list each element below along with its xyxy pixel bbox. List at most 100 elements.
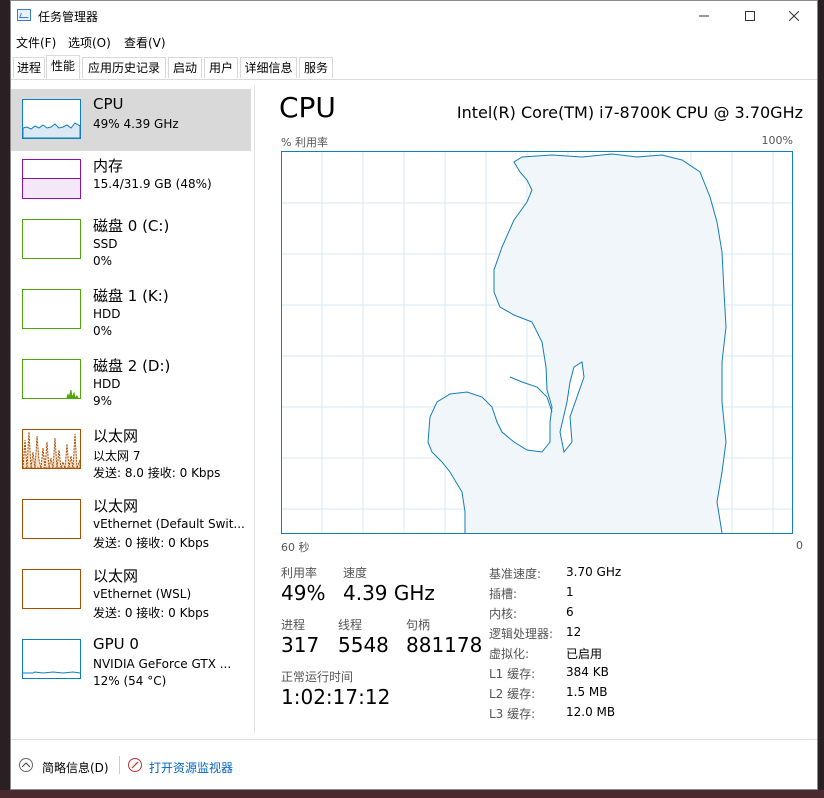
handles-value: 881178	[406, 633, 483, 657]
processes-value: 317	[281, 633, 320, 657]
task-manager-window: 任务管理器 文件(F) 选项(O) 查看(V) 进程 性能 应用历史记录 启动 …	[10, 0, 818, 790]
memory-thumbnail-graph	[22, 159, 81, 199]
open-resource-monitor-link[interactable]: 打开资源监视器	[149, 759, 233, 776]
cpu-thumbnail-graph	[22, 99, 81, 139]
vethernet-default-thumbnail-graph	[22, 499, 81, 539]
tab-processes[interactable]: 进程	[13, 57, 45, 78]
fewer-details-button[interactable]: 简略信息(D)	[42, 759, 109, 776]
tab-services[interactable]: 服务	[299, 57, 333, 78]
sidebar-item-gpu-0[interactable]: GPU 0 NVIDIA GeForce GTX ... 12% (54 °C)	[11, 629, 251, 699]
tab-startup[interactable]: 启动	[168, 57, 202, 78]
sidebar-item-memory[interactable]: 内存 15.4/31.9 GB (48%)	[11, 149, 251, 211]
spec-cores-value: 6	[566, 605, 574, 619]
chevron-up-icon[interactable]	[19, 758, 33, 772]
minimize-icon	[699, 15, 709, 17]
sidebar-item-title: 以太网	[93, 567, 139, 585]
disk-2-thumbnail-graph	[22, 359, 81, 399]
title-bar[interactable]: 任务管理器	[11, 1, 817, 31]
utilization-label: 利用率	[281, 566, 318, 580]
sidebar-item-title: 磁盘 2 (D:)	[93, 357, 171, 375]
sidebar-item-title: 内存	[93, 157, 124, 175]
footer-separator	[119, 756, 120, 774]
sidebar-item-title: 以太网	[93, 427, 139, 445]
threads-value: 5548	[338, 633, 389, 657]
graph-x-end-label: 0	[796, 539, 803, 552]
window-title: 任务管理器	[38, 10, 99, 24]
cpu-utilization-graph	[281, 151, 793, 534]
sidebar-item-vethernet-wsl[interactable]: 以太网 vEthernet (WSL) 发送: 0 接收: 0 Kbps	[11, 559, 251, 629]
sidebar-item-usage: 12% (54 °C)	[93, 674, 167, 688]
sidebar-item-vethernet-default[interactable]: 以太网 vEthernet (Default Swit... 发送: 0 接收:…	[11, 489, 251, 559]
sidebar-item-detail: SSD	[93, 237, 118, 251]
sidebar-item-throughput: 发送: 8.0 接收: 0 Kbps	[93, 466, 221, 480]
sidebar-item-usage: 0%	[93, 254, 113, 268]
sidebar-item-throughput: 发送: 0 接收: 0 Kbps	[93, 606, 209, 620]
graph-x-start-label: 60 秒	[281, 541, 310, 554]
sidebar-item-cpu[interactable]: CPU 49% 4.39 GHz	[11, 89, 251, 151]
sidebar-item-disk-2[interactable]: 磁盘 2 (D:) HDD 9%	[11, 349, 251, 419]
sidebar-item-detail: vEthernet (WSL)	[93, 587, 192, 601]
graph-y-axis-label: % 利用率	[281, 136, 328, 149]
spec-base-speed-value: 3.70 GHz	[566, 565, 622, 579]
sidebar-item-usage: 0%	[93, 324, 113, 338]
footer-bar: 简略信息(D) 打开资源监视器	[11, 739, 817, 789]
tab-bar: 进程 性能 应用历史记录 启动 用户 详细信息 服务	[11, 55, 817, 80]
spec-sockets-value: 1	[566, 585, 574, 599]
menu-view[interactable]: 查看(V)	[124, 34, 166, 51]
menu-bar: 文件(F) 选项(O) 查看(V)	[11, 31, 817, 51]
sidebar-item-detail: NVIDIA GeForce GTX ...	[93, 657, 232, 671]
sidebar-item-title: 以太网	[93, 497, 139, 515]
maximize-icon	[745, 11, 755, 21]
sidebar-item-title: 磁盘 0 (C:)	[93, 217, 170, 235]
sidebar-item-title: GPU 0	[93, 635, 139, 653]
tab-performance[interactable]: 性能	[46, 55, 80, 79]
spec-virtualization-label: 虚拟化:	[489, 647, 530, 661]
sidebar-item-detail: HDD	[93, 307, 121, 321]
sidebar-item-disk-1[interactable]: 磁盘 1 (K:) HDD 0%	[11, 279, 251, 349]
maximize-button[interactable]	[727, 1, 773, 31]
graph-y-max-label: 100%	[761, 134, 793, 147]
desktop-background-right	[818, 0, 824, 798]
tab-users[interactable]: 用户	[204, 57, 238, 78]
cpu-model-name: Intel(R) Core(TM) i7-8700K CPU @ 3.70GHz	[456, 103, 803, 122]
sidebar-item-disk-0[interactable]: 磁盘 0 (C:) SSD 0%	[11, 209, 251, 279]
spec-l3-cache-label: L3 缓存:	[489, 707, 536, 721]
handles-label: 句柄	[406, 618, 431, 632]
threads-label: 线程	[338, 618, 363, 632]
ethernet-7-thumbnail-graph	[22, 429, 81, 469]
tab-details[interactable]: 详细信息	[240, 57, 297, 78]
spec-base-speed-label: 基准速度:	[489, 567, 542, 581]
resource-monitor-icon[interactable]	[128, 758, 142, 772]
sidebar-item-usage: 9%	[93, 394, 113, 408]
spec-logical-processors-label: 逻辑处理器:	[489, 627, 554, 641]
sidebar-item-detail: 49% 4.39 GHz	[93, 117, 179, 131]
sidebar-item-detail: HDD	[93, 377, 121, 391]
uptime-label: 正常运行时间	[281, 670, 354, 684]
menu-file[interactable]: 文件(F)	[16, 34, 56, 51]
speed-value: 4.39 GHz	[343, 581, 435, 605]
desktop-background-bottom	[0, 790, 824, 798]
close-button[interactable]	[771, 1, 817, 31]
panel-title: CPU	[279, 91, 336, 124]
spec-l1-cache-value: 384 KB	[566, 665, 609, 679]
gpu-0-thumbnail-graph	[22, 639, 81, 679]
sidebar-item-detail: vEthernet (Default Swit...	[93, 517, 245, 531]
spec-logical-processors-value: 12	[566, 625, 582, 639]
sidebar-item-ethernet-7[interactable]: 以太网 以太网 7 发送: 8.0 接收: 0 Kbps	[11, 419, 251, 489]
utilization-value: 49%	[281, 581, 326, 605]
tab-app-history[interactable]: 应用历史记录	[82, 57, 166, 78]
task-manager-icon	[17, 9, 31, 21]
spec-l1-cache-label: L1 缓存:	[489, 667, 536, 681]
spec-l2-cache-value: 1.5 MB	[566, 685, 608, 699]
processes-label: 进程	[281, 618, 306, 632]
vethernet-wsl-thumbnail-graph	[22, 569, 81, 609]
spec-virtualization-value: 已启用	[566, 647, 603, 661]
minimize-button[interactable]	[681, 1, 727, 31]
close-icon	[789, 11, 799, 21]
spec-l2-cache-label: L2 缓存:	[489, 687, 536, 701]
desktop-background-left	[0, 0, 10, 798]
resource-sidebar: CPU 49% 4.39 GHz 内存 15.4/31.9 GB (48%) 磁…	[11, 85, 253, 733]
cpu-detail-panel: CPU Intel(R) Core(TM) i7-8700K CPU @ 3.7…	[255, 85, 817, 735]
menu-options[interactable]: 选项(O)	[68, 34, 111, 51]
spec-sockets-label: 插槽:	[489, 587, 518, 601]
